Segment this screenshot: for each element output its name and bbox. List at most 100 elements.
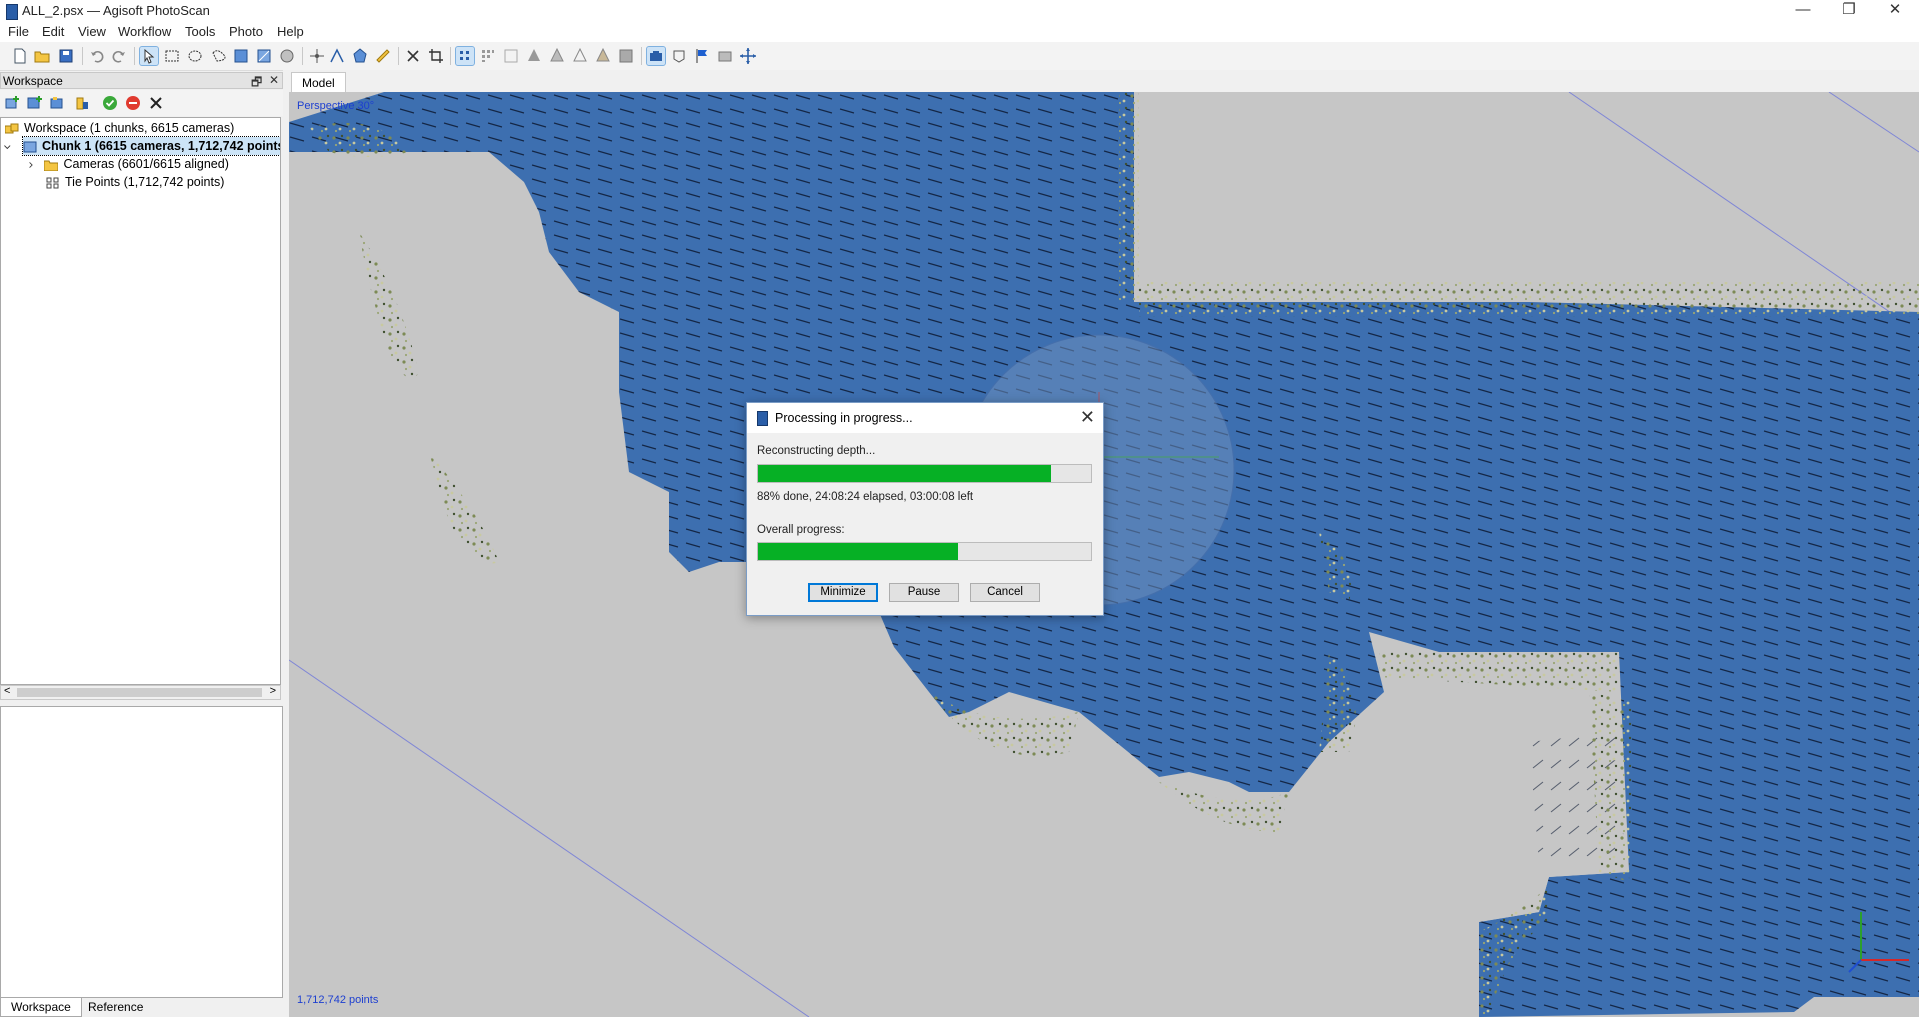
workspace-panel-header: Workspace 🗗 ✕	[0, 72, 283, 89]
draw-polygon-icon[interactable]	[351, 47, 369, 65]
add-chunk-icon[interactable]	[4, 95, 20, 111]
minimize-window-button[interactable]: —	[1780, 0, 1826, 22]
tree-item-chunk[interactable]: Chunk 1 (6615 cameras, 1,712,742 points)	[22, 136, 281, 156]
crop-icon[interactable]	[427, 47, 445, 65]
properties-pane	[0, 706, 283, 998]
minimize-button[interactable]: Minimize	[808, 583, 878, 602]
show-trackball-icon[interactable]	[739, 47, 757, 65]
menu-bar: File Edit View Workflow Tools Photo Help	[0, 22, 1919, 42]
tiled-model-icon[interactable]	[617, 47, 635, 65]
model-tab-bar: Model	[289, 70, 1919, 93]
menu-workflow[interactable]: Workflow	[118, 24, 171, 39]
tree-item-tie-points-label: Tie Points (1,712,742 points)	[65, 175, 225, 189]
chunk-icon	[23, 141, 37, 153]
enable-cameras-icon[interactable]	[102, 95, 118, 111]
dialog-app-icon	[757, 411, 768, 426]
menu-help[interactable]: Help	[277, 24, 304, 39]
overall-progress-fill	[758, 543, 958, 560]
dialog-title: Processing in progress...	[775, 411, 913, 425]
folder-icon	[44, 160, 59, 171]
tree-item-tie-points[interactable]: Tie Points (1,712,742 points)	[46, 173, 224, 191]
move-object-icon[interactable]	[328, 47, 346, 65]
tree-item-workspace[interactable]: Workspace (1 chunks, 6615 cameras)	[5, 119, 234, 137]
add-markers-icon[interactable]	[74, 95, 90, 111]
model-viewport[interactable]: Perspective 30° 1,712,742 points	[289, 92, 1919, 1017]
tab-reference[interactable]: Reference	[78, 998, 153, 1016]
restore-window-button[interactable]: ❐	[1826, 0, 1872, 22]
add-folder-icon[interactable]	[50, 95, 66, 111]
rotate-region-icon[interactable]	[278, 47, 296, 65]
dense-cloud-icon[interactable]	[479, 47, 497, 65]
circle-selection-icon[interactable]	[186, 47, 204, 65]
window-title: ALL_2.psx — Agisoft PhotoScan	[22, 3, 210, 18]
show-thumbnails-icon[interactable]	[670, 47, 688, 65]
dialog-close-button[interactable]: ✕	[1080, 407, 1095, 428]
new-icon[interactable]	[11, 47, 29, 65]
redo-icon[interactable]	[110, 47, 128, 65]
open-icon[interactable]	[33, 47, 51, 65]
menu-view[interactable]: View	[78, 24, 106, 39]
points-count-label: 1,712,742 points	[297, 994, 379, 1006]
scroll-left-button[interactable]: <	[4, 685, 10, 697]
save-icon[interactable]	[57, 47, 75, 65]
cancel-button[interactable]: Cancel	[970, 583, 1040, 602]
free-form-selection-icon[interactable]	[209, 47, 227, 65]
pause-button[interactable]: Pause	[889, 583, 959, 602]
point-cloud-icon[interactable]	[455, 46, 475, 66]
tab-model[interactable]: Model	[291, 72, 346, 93]
tie-points-icon	[46, 177, 59, 189]
main-toolbar	[0, 42, 1919, 71]
show-markers-icon[interactable]	[693, 47, 711, 65]
workspace-bottom-tabs: Workspace Reference	[0, 998, 283, 1017]
navigation-icon[interactable]	[139, 46, 159, 66]
scrollbar-thumb[interactable]	[17, 688, 262, 697]
undo-icon[interactable]	[88, 47, 106, 65]
textured-model-icon[interactable]	[594, 47, 612, 65]
disable-cameras-icon[interactable]	[125, 95, 141, 111]
close-window-button[interactable]: ✕	[1872, 0, 1918, 22]
perspective-label: Perspective 30°	[297, 100, 375, 112]
app-icon	[6, 4, 18, 20]
resize-region-icon[interactable]	[255, 47, 273, 65]
delete-selection-icon[interactable]	[404, 47, 422, 65]
scroll-right-button[interactable]: >	[270, 685, 276, 697]
menu-file[interactable]: File	[8, 24, 29, 39]
rectangle-selection-icon[interactable]	[163, 47, 181, 65]
workspace-horizontal-scrollbar[interactable]: < >	[0, 685, 281, 700]
stage-status: 88% done, 24:08:24 elapsed, 03:00:08 lef…	[757, 491, 974, 503]
workspace-toolbar	[0, 90, 283, 116]
menu-tools[interactable]: Tools	[185, 24, 215, 39]
workspace-icon	[5, 123, 19, 134]
menu-edit[interactable]: Edit	[42, 24, 64, 39]
rotate-object-icon[interactable]	[308, 47, 326, 65]
overall-label: Overall progress:	[757, 524, 845, 536]
workspace-tree: Workspace (1 chunks, 6615 cameras) Chunk…	[0, 117, 281, 685]
stage-progress-bar	[757, 464, 1092, 483]
show-region-icon[interactable]	[716, 47, 734, 65]
chevron-right-icon[interactable]	[27, 159, 36, 171]
tree-item-workspace-label: Workspace (1 chunks, 6615 cameras)	[24, 121, 235, 135]
tree-item-chunk-toggle[interactable]	[3, 137, 18, 155]
overall-progress-bar	[757, 542, 1092, 561]
menu-photo[interactable]: Photo	[229, 24, 263, 39]
point-cloud-view	[289, 92, 1919, 1017]
tab-workspace[interactable]: Workspace	[0, 998, 82, 1017]
processing-dialog: Processing in progress... ✕ Reconstructi…	[746, 402, 1104, 616]
workspace-panel-title: Workspace	[3, 74, 63, 88]
add-photos-icon[interactable]	[27, 95, 43, 111]
stage-progress-fill	[758, 465, 1052, 482]
close-panel-button[interactable]: ✕	[269, 73, 279, 87]
select-icon[interactable]	[232, 47, 250, 65]
dialog-title-bar[interactable]: Processing in progress... ✕	[747, 403, 1103, 433]
dense-cloud-classes-icon[interactable]	[502, 47, 520, 65]
tree-item-cameras[interactable]: Cameras (6601/6615 aligned)	[27, 155, 229, 173]
tree-item-cameras-label: Cameras (6601/6615 aligned)	[63, 157, 229, 171]
chevron-down-icon[interactable]	[3, 141, 13, 153]
shaded-model-icon[interactable]	[548, 47, 566, 65]
ruler-icon[interactable]	[374, 47, 392, 65]
wireframe-model-icon[interactable]	[571, 47, 589, 65]
remove-items-icon[interactable]	[148, 95, 164, 111]
show-cameras-icon[interactable]	[646, 46, 666, 66]
solid-model-icon[interactable]	[525, 47, 543, 65]
tree-item-chunk-label: Chunk 1 (6615 cameras, 1,712,742 points)	[42, 139, 281, 153]
